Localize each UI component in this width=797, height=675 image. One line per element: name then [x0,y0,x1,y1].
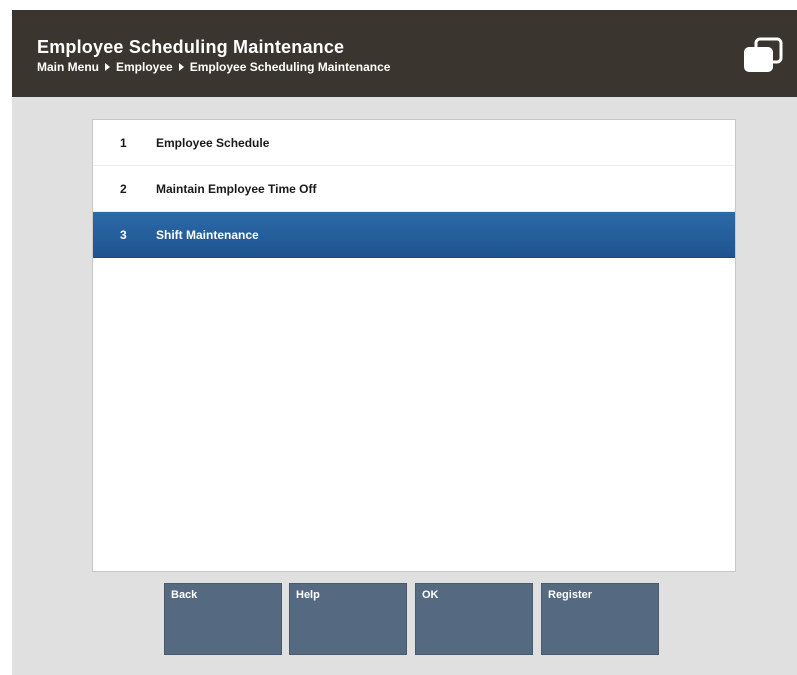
back-button[interactable]: Back [164,583,282,655]
menu-item-label: Employee Schedule [156,135,270,150]
menu-item-shift-maintenance[interactable]: 3 Shift Maintenance [93,212,735,258]
menu-item-label: Shift Maintenance [156,227,259,242]
app-window: Employee Scheduling Maintenance Main Men… [12,10,797,675]
page-title: Employee Scheduling Maintenance [37,37,345,57]
breadcrumb: Main Menu Employee Employee Scheduling M… [37,60,390,74]
menu-item-number: 2 [120,181,127,196]
breadcrumb-separator-icon [178,63,184,71]
breadcrumb-item-employee[interactable]: Employee [116,60,173,74]
help-button[interactable]: Help [289,583,407,655]
button-bar: Back Help OK Register [164,583,664,657]
register-button[interactable]: Register [541,583,659,655]
menu-item-employee-schedule[interactable]: 1 Employee Schedule [93,120,735,166]
menu-list: 1 Employee Schedule 2 Maintain Employee … [92,119,736,572]
menu-item-number: 3 [120,227,127,242]
header-bar: Employee Scheduling Maintenance Main Men… [12,10,797,97]
breadcrumb-item-main-menu[interactable]: Main Menu [37,60,99,74]
windows-icon[interactable] [743,37,783,73]
menu-item-maintain-employee-time-off[interactable]: 2 Maintain Employee Time Off [93,166,735,212]
breadcrumb-separator-icon [105,63,110,71]
breadcrumb-item-current: Employee Scheduling Maintenance [189,60,391,74]
menu-item-number: 1 [120,135,127,150]
menu-item-label: Maintain Employee Time Off [156,181,317,196]
ok-button[interactable]: OK [415,583,533,655]
